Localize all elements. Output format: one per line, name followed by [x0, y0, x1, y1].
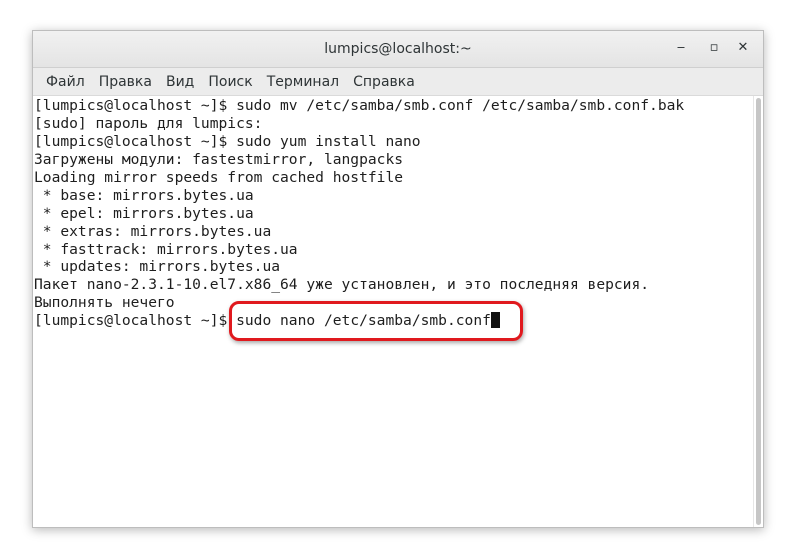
menu-terminal[interactable]: Терминал	[260, 69, 346, 95]
menu-bar: Файл Правка Вид Поиск Терминал Справка	[33, 68, 763, 96]
highlight-annotation	[229, 301, 523, 341]
terminal-line: Пакет nano-2.3.1-10.el7.x86_64 уже устан…	[34, 276, 650, 294]
terminal-line: Загружены модули: fastestmirror, langpac…	[34, 150, 404, 168]
terminal-line: [sudo] пароль для lumpics:	[34, 114, 263, 132]
terminal-line: * epel: mirrors.bytes.ua	[34, 204, 254, 222]
menu-search[interactable]: Поиск	[201, 69, 259, 95]
scrollbar-thumb[interactable]	[756, 98, 761, 525]
title-bar[interactable]: lumpics@localhost:~ ‒ ▫ ✕	[33, 31, 763, 68]
terminal-line: Loading mirror speeds from cached hostfi…	[34, 168, 404, 186]
minimize-button[interactable]: ‒	[670, 38, 692, 60]
window-title: lumpics@localhost:~	[324, 41, 472, 57]
terminal-line: * fasttrack: mirrors.bytes.ua	[34, 240, 298, 258]
menu-view[interactable]: Вид	[159, 69, 201, 95]
close-button[interactable]: ✕	[732, 38, 754, 60]
shell-prompt: [lumpics@localhost ~]$	[34, 312, 237, 330]
terminal-line: [lumpics@localhost ~]$ sudo yum install …	[34, 132, 421, 150]
terminal-line: * updates: mirrors.bytes.ua	[34, 258, 281, 276]
terminal-line: * extras: mirrors.bytes.ua	[34, 222, 272, 240]
maximize-button[interactable]: ▫	[703, 38, 725, 60]
scrollbar[interactable]	[753, 96, 763, 527]
menu-edit[interactable]: Правка	[92, 69, 159, 95]
terminal-line: [lumpics@localhost ~]$ sudo mv /etc/samb…	[34, 97, 685, 114]
menu-help[interactable]: Справка	[346, 69, 422, 95]
menu-file[interactable]: Файл	[39, 69, 92, 95]
terminal-line: * base: mirrors.bytes.ua	[34, 186, 254, 204]
terminal-window: lumpics@localhost:~ ‒ ▫ ✕ Файл Правка Ви…	[32, 30, 764, 528]
